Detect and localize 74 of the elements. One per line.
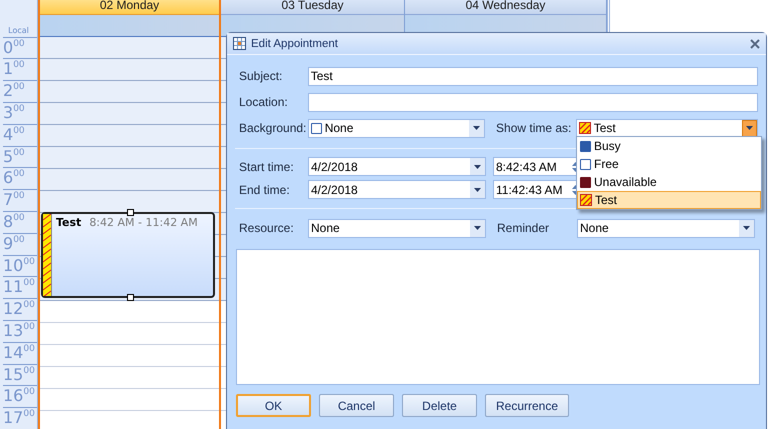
hour-label: 14$^{00}$	[3, 342, 37, 364]
dropdown-option[interactable]: Unavailable	[577, 173, 761, 191]
status-swatch	[578, 122, 591, 134]
hour-label: 2$^{00}$	[3, 80, 37, 102]
start-date-picker[interactable]: 4/2/2018	[308, 157, 486, 176]
hour-label: 4$^{00}$	[3, 124, 37, 146]
reminder-dropdown[interactable]: None	[577, 218, 755, 238]
location-field[interactable]	[308, 92, 758, 112]
dropdown-option[interactable]: Busy	[577, 137, 761, 155]
resource-dropdown[interactable]: None	[308, 218, 486, 238]
hour-label: 9$^{00}$	[3, 232, 37, 255]
caret-icon	[474, 164, 481, 168]
caret-icon	[743, 226, 750, 230]
field-label: Start time:	[239, 160, 295, 174]
caret-icon	[474, 226, 481, 230]
hour-label: 11$^{00}$	[3, 276, 37, 298]
dropdown-button[interactable]	[470, 220, 485, 236]
appointment-subject: Test	[56, 216, 82, 229]
dropdown-option[interactable]: Free	[577, 155, 761, 173]
hour-label: 6$^{00}$	[3, 167, 37, 190]
dialog-title: Edit Appointment	[251, 38, 339, 50]
caret-icon	[746, 126, 753, 130]
dialog-button[interactable]: OK	[236, 394, 311, 417]
resize-handle[interactable]	[127, 209, 134, 216]
hour-label: 0$^{00}$	[3, 36, 37, 58]
hour-label: 1$^{00}$	[3, 58, 37, 80]
dialog-button[interactable]: Recurrence	[485, 394, 569, 417]
dropdown-option[interactable]: Test	[577, 191, 761, 209]
dialog-button[interactable]: Delete	[402, 394, 477, 417]
field-label: Background:	[239, 121, 308, 135]
dropdown-button[interactable]	[470, 181, 485, 198]
hour-label: 16$^{00}$	[3, 385, 37, 408]
hour-label: 10$^{00}$	[3, 254, 37, 276]
hour-label: 13$^{00}$	[3, 320, 37, 342]
field-label: Show time as:	[496, 121, 572, 135]
spin-arrows-icon[interactable]	[572, 160, 579, 172]
appointment-time: 8:42 AM - 11:42 AM	[89, 216, 198, 229]
subject-field[interactable]: Test	[308, 66, 758, 86]
day-header[interactable]: 02 Monday	[40, 0, 219, 15]
hour-label: 15$^{00}$	[3, 364, 37, 386]
hour-label: 7$^{00}$	[3, 189, 37, 212]
option-label: Unavailable	[594, 175, 657, 189]
day-header[interactable]: 04 Wednesday	[405, 0, 606, 15]
background-dropdown[interactable]: None	[308, 118, 486, 138]
dropdown-button[interactable]	[470, 158, 485, 175]
dropdown-button[interactable]	[739, 220, 754, 236]
field-label: End time:	[239, 182, 291, 196]
spin-arrows-icon[interactable]	[572, 184, 579, 196]
day-header[interactable]: 03 Tuesday	[221, 0, 404, 15]
hour-label: 8$^{00}$	[3, 211, 37, 233]
hour-label: 12$^{00}$	[3, 298, 37, 320]
show-time-as-dropdown[interactable]: Test	[576, 118, 758, 138]
calendar-icon	[233, 37, 246, 50]
field-label: Reminder	[497, 221, 550, 235]
dropdown-button[interactable]	[742, 120, 757, 136]
appointment[interactable]: Test 8:42 AM - 11:42 AM	[41, 212, 215, 298]
notes-field[interactable]	[236, 249, 760, 385]
field-label: Subject:	[239, 69, 284, 83]
option-label: Busy	[594, 139, 621, 153]
hour-label: 5$^{00}$	[3, 146, 37, 168]
hour-label: 3$^{00}$	[3, 102, 37, 124]
dialog-button[interactable]: Cancel	[319, 394, 394, 417]
time-zone-label: Local	[8, 26, 29, 35]
end-date-picker[interactable]: 4/2/2018	[308, 180, 486, 199]
option-label: Test	[595, 193, 618, 207]
field-label: Location:	[239, 95, 289, 109]
hour-label: 17$^{00}$	[3, 407, 37, 429]
caret-icon	[473, 126, 480, 130]
field-label: Resource:	[239, 221, 295, 235]
option-label: Free	[594, 157, 619, 171]
close-icon[interactable]	[750, 38, 760, 48]
dropdown-button[interactable]	[469, 120, 484, 136]
resize-handle[interactable]	[127, 294, 134, 301]
caret-icon	[474, 188, 481, 192]
